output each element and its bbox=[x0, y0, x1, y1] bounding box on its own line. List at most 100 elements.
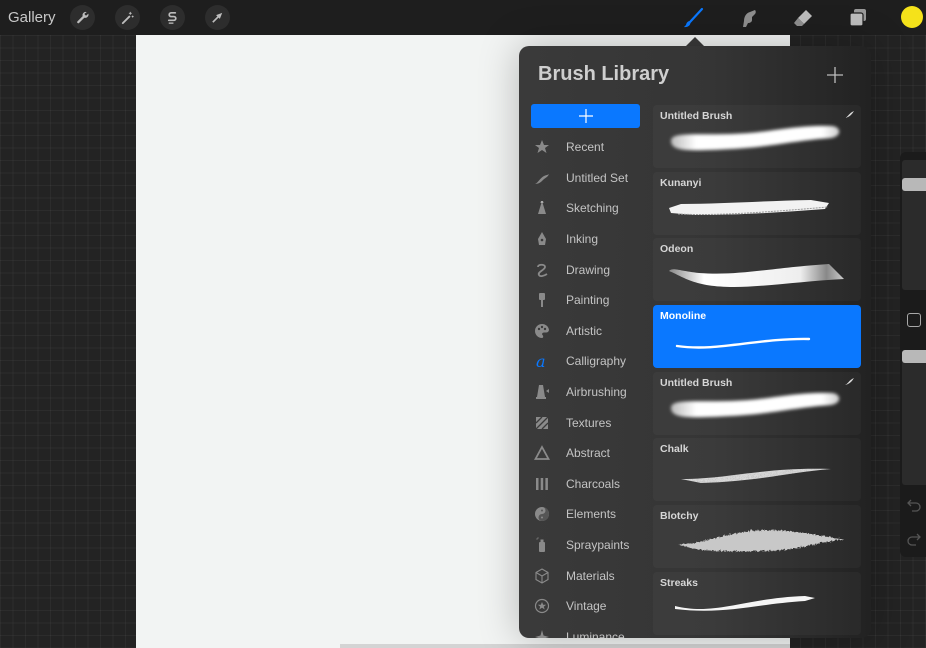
brush-set-abstract[interactable]: Abstract bbox=[519, 438, 649, 469]
brush-set-spraypaints[interactable]: Spraypaints bbox=[519, 530, 649, 561]
brush-set-list: Recent Untitled Set Sketching Inking Dra… bbox=[519, 132, 649, 638]
brush-set-label: Calligraphy bbox=[566, 354, 627, 369]
brush-set-label: Charcoals bbox=[566, 476, 621, 491]
layers-icon bbox=[849, 9, 866, 27]
cube-icon bbox=[533, 567, 551, 585]
eraser-icon bbox=[794, 10, 812, 26]
paintbrush-icon bbox=[533, 291, 551, 309]
opacity-slider[interactable] bbox=[902, 350, 926, 485]
calligraphy-a-icon: a bbox=[533, 352, 551, 370]
smudge-tool-button[interactable] bbox=[735, 5, 761, 31]
brush-item-streaks[interactable]: Streaks bbox=[653, 572, 861, 635]
brush-set-sketching[interactable]: Sketching bbox=[519, 193, 649, 224]
brush-stroke-preview bbox=[671, 392, 840, 418]
color-picker-button[interactable] bbox=[901, 6, 923, 28]
brush-set-inking[interactable]: Inking bbox=[519, 224, 649, 255]
brush-set-label: Painting bbox=[566, 293, 610, 308]
transform-button[interactable] bbox=[205, 5, 230, 30]
actions-button[interactable] bbox=[70, 5, 95, 30]
brush-stroke-preview bbox=[675, 595, 815, 611]
brush-item-blotchy[interactable]: Blotchy bbox=[653, 505, 861, 568]
plus-icon bbox=[578, 109, 593, 123]
adjustments-button[interactable] bbox=[115, 5, 140, 30]
plus-icon bbox=[827, 67, 843, 83]
brush-set-elements[interactable]: Elements bbox=[519, 499, 649, 530]
opacity-thumb[interactable] bbox=[902, 350, 926, 363]
pencil-tip-icon bbox=[533, 199, 551, 217]
brush-set-label: Abstract bbox=[566, 446, 611, 461]
add-brush-button[interactable] bbox=[825, 65, 845, 85]
star-icon bbox=[533, 138, 551, 156]
sparkle-icon bbox=[533, 628, 551, 638]
brush-set-untitled-set[interactable]: Untitled Set bbox=[519, 163, 649, 194]
brush-set-label: Elements bbox=[566, 507, 617, 522]
brush-set-calligraphy[interactable]: a Calligraphy bbox=[519, 346, 649, 377]
magic-wand-icon bbox=[121, 11, 134, 25]
texture-icon bbox=[533, 414, 551, 432]
brush-set-materials[interactable]: Materials bbox=[519, 560, 649, 591]
selection-s-icon bbox=[167, 11, 177, 24]
brush-set-recent[interactable]: Recent bbox=[519, 132, 649, 163]
brush-stroke-preview bbox=[669, 264, 844, 288]
brush-list: Untitled Brush Kunanyi Odeon Monoline Un… bbox=[653, 105, 861, 638]
brush-set-luminance[interactable]: Luminance bbox=[519, 622, 649, 638]
brush-item-odeon[interactable]: Odeon bbox=[653, 238, 861, 301]
brush-set-textures[interactable]: Textures bbox=[519, 407, 649, 438]
brush-set-artistic[interactable]: Artistic bbox=[519, 316, 649, 347]
brush-set-label: Vintage bbox=[566, 599, 607, 614]
arrow-cursor-icon bbox=[212, 12, 223, 23]
right-sidebar bbox=[900, 152, 926, 557]
selection-button[interactable] bbox=[160, 5, 185, 30]
brush-library-title: Brush Library bbox=[538, 63, 670, 85]
brush-set-label: Artistic bbox=[566, 323, 602, 338]
brush-set-label: Untitled Set bbox=[566, 170, 629, 185]
brush-item-untitled-brush[interactable]: Untitled Brush bbox=[653, 372, 861, 435]
spray-can-icon bbox=[533, 536, 551, 554]
pen-nib-icon bbox=[533, 230, 551, 248]
brush-stroke-preview bbox=[675, 337, 811, 349]
modify-button[interactable] bbox=[907, 313, 921, 327]
brush-stroke-preview bbox=[681, 469, 831, 484]
layers-tool-button[interactable] bbox=[845, 5, 871, 31]
brush-set-painting[interactable]: Painting bbox=[519, 285, 649, 316]
brush-set-charcoals[interactable]: Charcoals bbox=[519, 469, 649, 500]
redo-icon[interactable] bbox=[906, 532, 922, 546]
brush-tool-button[interactable] bbox=[680, 5, 706, 31]
brush-set-label: Sketching bbox=[566, 201, 619, 216]
custom-brush-icon bbox=[845, 111, 854, 118]
brush-item-kunanyi[interactable]: Kunanyi bbox=[653, 172, 861, 235]
brush-set-airbrushing[interactable]: Airbrushing bbox=[519, 377, 649, 408]
brush-set-drawing[interactable]: Drawing bbox=[519, 254, 649, 285]
wrench-icon bbox=[77, 11, 89, 24]
brush-set-label: Airbrushing bbox=[566, 385, 627, 400]
brush-set-label: Luminance bbox=[566, 629, 625, 638]
add-brush-set-button[interactable] bbox=[531, 104, 640, 128]
brush-stroke-preview bbox=[677, 529, 843, 551]
brush-library-panel: Brush Library Recent Untitled Set Sketch… bbox=[519, 46, 871, 638]
brush-set-label: Drawing bbox=[566, 262, 611, 277]
canvas-edge bbox=[340, 644, 790, 648]
circle-star-icon bbox=[533, 597, 551, 615]
eraser-tool-button[interactable] bbox=[790, 5, 816, 31]
brush-item-monoline[interactable]: Monoline bbox=[653, 305, 861, 369]
gallery-button[interactable]: Gallery bbox=[8, 9, 56, 26]
brush-set-label: Inking bbox=[566, 232, 599, 247]
airbrush-icon bbox=[533, 383, 551, 401]
yin-yang-icon bbox=[533, 505, 551, 523]
brush-size-thumb[interactable] bbox=[902, 177, 926, 191]
brush-set-vintage[interactable]: Vintage bbox=[519, 591, 649, 622]
brush-set-label: Materials bbox=[566, 568, 615, 583]
brush-stroke-preview bbox=[669, 199, 829, 215]
brush-stroke-preview bbox=[671, 125, 840, 151]
brush-item-chalk[interactable]: Chalk bbox=[653, 438, 861, 501]
stroke-icon bbox=[533, 169, 551, 187]
svg-text:a: a bbox=[536, 353, 546, 369]
top-toolbar: Gallery bbox=[0, 0, 926, 35]
brush-set-label: Textures bbox=[566, 415, 612, 430]
custom-brush-icon bbox=[845, 377, 854, 385]
brush-item-untitled-brush[interactable]: Untitled Brush bbox=[653, 105, 861, 168]
squiggle-icon bbox=[533, 261, 551, 279]
brush-icon bbox=[684, 7, 704, 28]
palette-icon bbox=[533, 322, 551, 340]
undo-icon[interactable] bbox=[906, 498, 922, 512]
